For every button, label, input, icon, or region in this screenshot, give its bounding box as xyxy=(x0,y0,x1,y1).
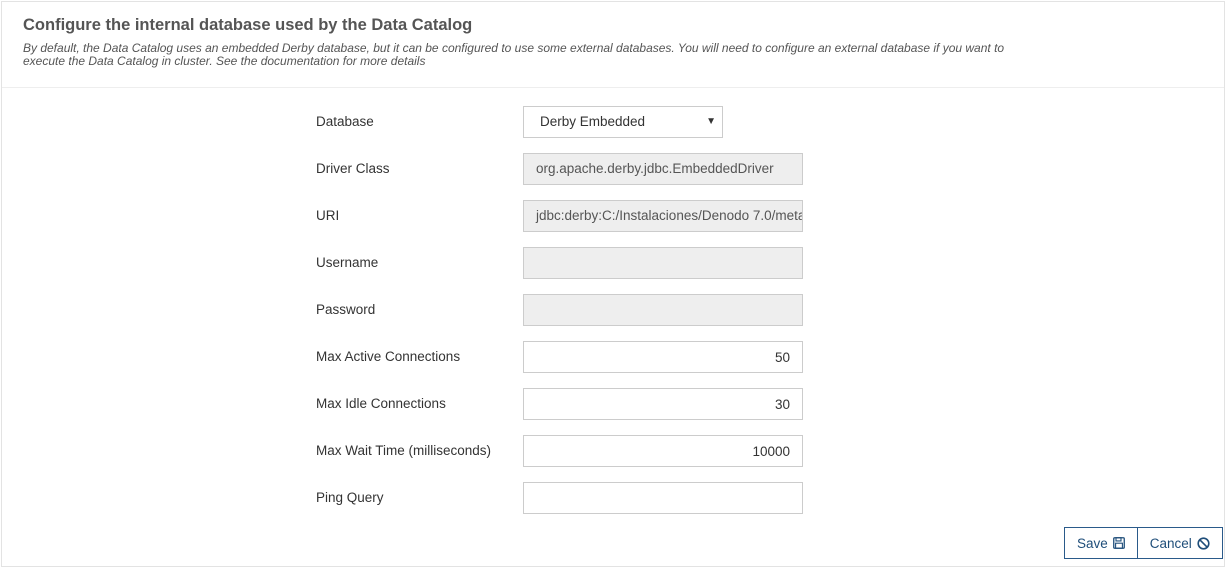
database-row: Database Derby Embedded ▼ xyxy=(0,106,1226,138)
max-active-row: Max Active Connections xyxy=(0,341,1226,373)
chevron-down-icon: ▼ xyxy=(706,116,716,127)
uri-label: URI xyxy=(316,208,340,223)
ping-query-input[interactable] xyxy=(523,482,803,514)
driver-class-field[interactable]: org.apache.derby.jdbc.EmbeddedDriver xyxy=(523,153,803,185)
page-description: By default, the Data Catalog uses an emb… xyxy=(23,41,1005,68)
max-idle-row: Max Idle Connections xyxy=(0,388,1226,420)
database-selected-value: Derby Embedded xyxy=(540,114,646,129)
username-row: Username xyxy=(0,247,1226,279)
form-actions: Save Cancel xyxy=(1064,527,1223,559)
max-wait-label: Max Wait Time (milliseconds) xyxy=(316,443,492,458)
max-idle-input[interactable] xyxy=(523,388,803,420)
uri-field[interactable]: jdbc:derby:C:/Instalaciones/Denodo 7.0/m… xyxy=(523,200,803,232)
max-active-label: Max Active Connections xyxy=(316,349,461,364)
save-button-label: Save xyxy=(1077,535,1108,551)
floppy-disk-icon xyxy=(1112,537,1125,549)
password-field[interactable] xyxy=(523,294,803,326)
username-label: Username xyxy=(316,255,379,270)
database-select[interactable]: Derby Embedded ▼ xyxy=(523,106,723,138)
ban-icon xyxy=(1197,536,1210,550)
driver-class-row: Driver Class org.apache.derby.jdbc.Embed… xyxy=(0,153,1226,185)
ping-query-label: Ping Query xyxy=(316,490,384,505)
password-row: Password xyxy=(0,294,1226,326)
cancel-button[interactable]: Cancel xyxy=(1137,527,1223,559)
save-button[interactable]: Save xyxy=(1064,527,1138,559)
max-active-input[interactable] xyxy=(523,341,803,373)
ping-query-row: Ping Query xyxy=(0,482,1226,514)
driver-class-label: Driver Class xyxy=(316,161,390,176)
page-title: Configure the internal database used by … xyxy=(23,16,473,34)
password-label: Password xyxy=(316,302,376,317)
uri-row: URI jdbc:derby:C:/Instalaciones/Denodo 7… xyxy=(0,200,1226,232)
max-wait-row: Max Wait Time (milliseconds) xyxy=(0,435,1226,467)
panel-header: Configure the internal database used by … xyxy=(2,2,1224,88)
database-label: Database xyxy=(316,114,374,129)
username-field[interactable] xyxy=(523,247,803,279)
max-idle-label: Max Idle Connections xyxy=(316,396,446,411)
max-wait-input[interactable] xyxy=(523,435,803,467)
cancel-button-label: Cancel xyxy=(1149,535,1192,551)
